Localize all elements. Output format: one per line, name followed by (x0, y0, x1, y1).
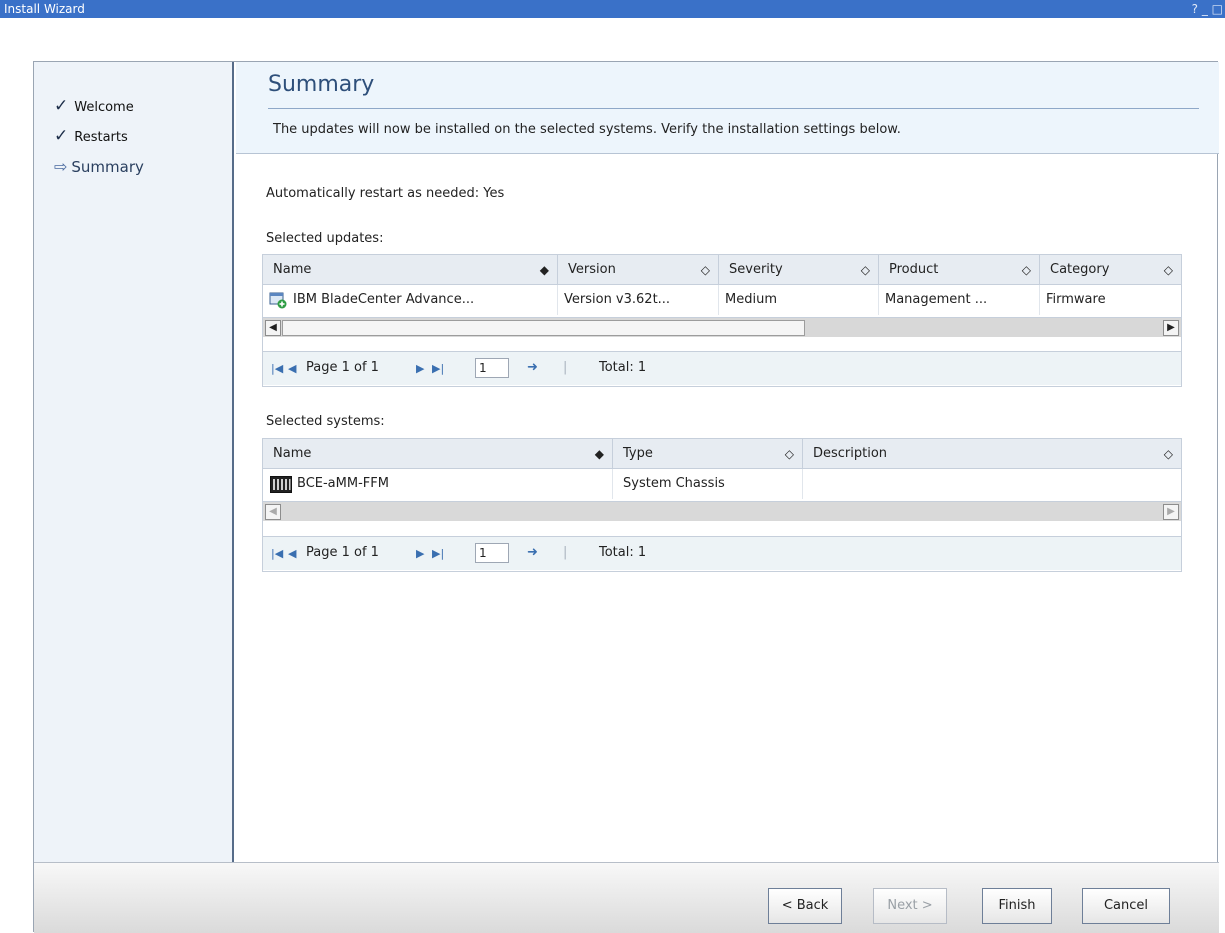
next-button[interactable]: Next > (873, 888, 947, 924)
finish-button[interactable]: Finish (982, 888, 1052, 924)
step-welcome: ✓ Welcome (54, 96, 134, 116)
sort-icon[interactable]: ◇ (785, 439, 794, 469)
page-header: Summary The updates will now be installe… (236, 62, 1219, 154)
last-page-icon[interactable]: ▶| (432, 547, 444, 560)
sort-icon[interactable]: ◆ (595, 439, 604, 469)
header-divider (268, 108, 1199, 109)
cell-name: BCE-aMM-FFM (263, 469, 613, 499)
first-page-icon[interactable]: |◀ (271, 362, 283, 375)
step-summary: ⇨ Summary (54, 157, 144, 176)
total-count: Total: 1 (599, 545, 647, 560)
restart-setting: Automatically restart as needed: Yes (266, 186, 505, 201)
total-count: Total: 1 (599, 360, 647, 375)
pagination-bar: |◀ ◀ Page 1 of 1 ▶ ▶| 1 ➜ | Total: 1 (263, 536, 1181, 570)
systems-table: Name ◆ Type ◇ Description ◇ BCE-aMM-FFM Sys… (262, 438, 1182, 572)
next-page-icon[interactable]: ▶ (416, 362, 424, 375)
page-indicator: Page 1 of 1 (306, 545, 379, 560)
checkmark-icon: ✓ (54, 96, 69, 116)
sort-icon[interactable]: ◇ (1022, 255, 1031, 285)
page-indicator: Page 1 of 1 (306, 360, 379, 375)
horizontal-scrollbar[interactable]: ◀ ▶ (263, 501, 1181, 521)
cell-description (803, 469, 1181, 499)
wizard-frame: ✓ Welcome ✓ Restarts ⇨ Summary Summary The … (33, 61, 1219, 933)
page-description: The updates will now be installed on the… (273, 122, 901, 137)
cell-type: System Chassis (613, 469, 803, 499)
selected-systems-label: Selected systems: (266, 414, 385, 429)
sort-icon[interactable]: ◇ (701, 255, 710, 285)
column-header-description[interactable]: Description ◇ (803, 439, 1181, 469)
cell-name: IBM BladeCenter Advance... (263, 285, 558, 315)
window-controls[interactable]: ? _ □ (1192, 0, 1223, 18)
prev-page-icon[interactable]: ◀ (288, 547, 296, 560)
go-page-icon[interactable]: ➜ (527, 545, 538, 560)
back-button[interactable]: < Back (768, 888, 842, 924)
selected-updates-label: Selected updates: (266, 231, 384, 246)
pager-divider: | (563, 360, 568, 375)
scroll-right-icon[interactable]: ▶ (1163, 504, 1179, 520)
cell-version: Version v3.62t... (558, 285, 719, 315)
title-bar: Install Wizard ? _ □ (0, 0, 1225, 18)
sort-icon[interactable]: ◇ (861, 255, 870, 285)
next-page-icon[interactable]: ▶ (416, 547, 424, 560)
prev-page-icon[interactable]: ◀ (288, 362, 296, 375)
cell-category: Firmware (1046, 292, 1106, 307)
column-header-product[interactable]: Product ◇ (879, 255, 1040, 285)
chassis-icon (270, 476, 292, 493)
page-title: Summary (268, 72, 375, 97)
step-label: Summary (71, 158, 144, 176)
column-header-type[interactable]: Type ◇ (613, 439, 803, 469)
cell-severity: Medium (719, 285, 879, 315)
go-page-icon[interactable]: ➜ (527, 360, 538, 375)
last-page-icon[interactable]: ▶| (432, 362, 444, 375)
column-header-version[interactable]: Version ◇ (558, 255, 719, 285)
horizontal-scrollbar[interactable]: ◀ ▶ (263, 317, 1181, 337)
scroll-left-icon[interactable]: ◀ (265, 320, 281, 336)
arrow-right-icon: ⇨ (54, 157, 68, 176)
first-page-icon[interactable]: |◀ (271, 547, 283, 560)
table-row[interactable]: BCE-aMM-FFM System Chassis (263, 469, 1181, 499)
page-number-input[interactable]: 1 (475, 543, 509, 563)
column-header-category[interactable]: Category ◇ (1040, 255, 1181, 285)
window-title: Install Wizard (4, 2, 85, 16)
column-header-name[interactable]: Name ◆ (263, 255, 558, 285)
cancel-button[interactable]: Cancel (1082, 888, 1170, 924)
step-label: Welcome (74, 100, 134, 115)
wizard-footer: < Back Next > Finish Cancel (34, 862, 1219, 933)
update-package-icon (269, 292, 287, 309)
wizard-steps-panel: ✓ Welcome ✓ Restarts ⇨ Summary (34, 62, 234, 862)
sort-icon[interactable]: ◇ (1164, 255, 1173, 285)
scroll-left-icon[interactable]: ◀ (265, 504, 281, 520)
column-header-name[interactable]: Name ◆ (263, 439, 613, 469)
table-header: Name ◆ Version ◇ Severity ◇ Product ◇ Catego… (263, 255, 1181, 285)
table-header: Name ◆ Type ◇ Description ◇ (263, 439, 1181, 469)
table-row[interactable]: IBM BladeCenter Advance... Version v3.62… (263, 285, 1181, 315)
cell-product: Management ... (879, 285, 1040, 315)
column-header-severity[interactable]: Severity ◇ (719, 255, 879, 285)
sort-icon[interactable]: ◇ (1164, 439, 1173, 469)
pagination-bar: |◀ ◀ Page 1 of 1 ▶ ▶| 1 ➜ | Total: 1 (263, 351, 1181, 385)
scroll-right-icon[interactable]: ▶ (1163, 320, 1179, 336)
sort-icon[interactable]: ◆ (540, 255, 549, 285)
pager-divider: | (563, 545, 568, 560)
scrollbar-thumb[interactable] (282, 320, 805, 336)
step-label: Restarts (74, 130, 128, 145)
step-restarts: ✓ Restarts (54, 126, 128, 146)
checkmark-icon: ✓ (54, 126, 69, 146)
page-number-input[interactable]: 1 (475, 358, 509, 378)
updates-table: Name ◆ Version ◇ Severity ◇ Product ◇ Catego… (262, 254, 1182, 387)
